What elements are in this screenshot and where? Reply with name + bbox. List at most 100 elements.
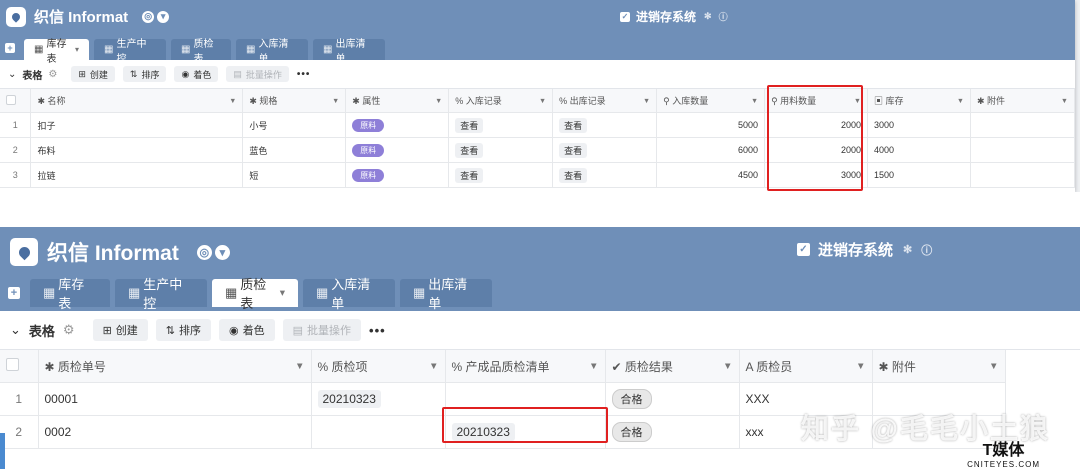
- column-header[interactable]: A 质检员 ▼: [739, 350, 873, 383]
- link-icon: %: [317, 359, 332, 374]
- table-row[interactable]: 3 拉链 短 原料 查看 查看 4500 3000 1500: [0, 162, 1075, 188]
- tab-production[interactable]: ▦ 生产中控: [115, 277, 207, 311]
- grid-icon: ▦: [246, 44, 256, 55]
- settings-icon[interactable]: ⚙: [48, 69, 57, 80]
- column-header[interactable]: ▣ 库存 ▼: [867, 89, 971, 113]
- table-toolbar: ⌄ 表格 ⚙ ⊞ 创建 ⇅ 排序 ◉ 着色 ▤ 批量操作 •••: [0, 311, 1080, 350]
- color-button[interactable]: ◉ 着色: [219, 319, 275, 341]
- tab-inbound[interactable]: ▦ 入库清单: [236, 39, 308, 65]
- chevron-down-icon[interactable]: ▼: [1061, 96, 1068, 105]
- side-handle[interactable]: [0, 433, 5, 469]
- gear-icon[interactable]: ✻: [704, 11, 712, 22]
- tab-outbound[interactable]: ▦ 出库清单: [400, 277, 492, 311]
- attribute-tag: 原料: [352, 143, 385, 157]
- chevron-down-icon[interactable]: ▼: [957, 96, 964, 105]
- more-button[interactable]: •••: [297, 69, 311, 80]
- chevron-down-icon[interactable]: ▾: [214, 244, 230, 260]
- view-link[interactable]: 查看: [559, 117, 588, 133]
- column-header[interactable]: % 质检项 ▼: [311, 350, 446, 383]
- chevron-down-icon[interactable]: ▼: [856, 361, 866, 372]
- asterisk-icon: ✱: [249, 96, 260, 106]
- brand: 织信 Informat ◎ ▾: [10, 237, 230, 267]
- column-header[interactable]: % 出库记录 ▼: [552, 89, 658, 113]
- media-badge: T媒体 CNITEYES.COM: [967, 442, 1040, 469]
- chevron-down-icon[interactable]: ▼: [643, 96, 650, 105]
- chevron-down-icon[interactable]: ▼: [429, 361, 439, 372]
- info-icon[interactable]: ⓘ: [719, 10, 728, 23]
- column-header[interactable]: ✱ 质检单号 ▼: [38, 350, 312, 383]
- create-button[interactable]: ⊞ 创建: [92, 319, 148, 341]
- chevron-down-icon: ▾: [279, 288, 285, 299]
- formula-icon: ▣: [874, 96, 886, 106]
- tab-inventory[interactable]: ▦ 库存表: [30, 277, 110, 311]
- asterisk-icon: ✱: [352, 96, 363, 106]
- table-toolbar: ⌄ 表格 ⚙ ⊞ 创建 ⇅ 排序 ◉ 着色 ▤ 批量操作 •••: [0, 60, 1075, 89]
- view-link[interactable]: 查看: [455, 117, 484, 133]
- column-header[interactable]: % 入库记录 ▼: [448, 89, 554, 113]
- result-tag: 合格: [611, 389, 652, 409]
- sort-icon: ⇅: [165, 324, 176, 337]
- table-row[interactable]: 2 布料 蓝色 原料 查看 查看 6000 2000 4000: [0, 137, 1075, 163]
- chevron-down-icon[interactable]: ▼: [589, 361, 599, 372]
- view-link[interactable]: 查看: [455, 167, 484, 183]
- batch-button[interactable]: ▤ 批量操作: [282, 319, 362, 341]
- system-selector[interactable]: ✓ 进销存系统 ✻ ⓘ: [797, 239, 932, 260]
- column-header[interactable]: ✱ 属性 ▼: [345, 89, 450, 113]
- tab-inbound[interactable]: ▦ 入库清单: [303, 277, 395, 311]
- record-link[interactable]: 20210323: [317, 390, 381, 408]
- select-all-checkbox[interactable]: [6, 358, 19, 371]
- add-tab-button[interactable]: +: [5, 43, 15, 53]
- tab-quality[interactable]: ▦ 质检表: [171, 39, 231, 65]
- tab-outbound[interactable]: ▦ 出库清单: [313, 39, 385, 65]
- select-all-checkbox[interactable]: [6, 94, 16, 105]
- app-header: 织信 Informat ◎ ▾ ✓ 进销存系统 ✻ ⓘ + ▦ 库存表 ▾ ▦ 生产中…: [0, 0, 1075, 65]
- chevron-down-icon[interactable]: ▼: [539, 96, 546, 105]
- tab-production[interactable]: ▦ 生产中控: [94, 39, 166, 65]
- brand-name: 织信 Informat: [47, 242, 179, 265]
- chevron-down-icon[interactable]: ▼: [295, 361, 305, 372]
- view-link[interactable]: 查看: [455, 142, 484, 158]
- add-tab-button[interactable]: +: [8, 287, 20, 299]
- chevron-down-icon[interactable]: ▼: [229, 96, 236, 105]
- globe-icon[interactable]: ◎: [196, 244, 212, 260]
- chevron-down-icon[interactable]: ⌄: [8, 69, 16, 80]
- column-header[interactable]: ✔ 质检结果 ▼: [605, 350, 740, 383]
- column-header[interactable]: ⚲ 入库数量 ▼: [656, 89, 766, 113]
- tab-inventory[interactable]: ▦ 库存表 ▾: [24, 39, 89, 65]
- chevron-down-icon[interactable]: ▼: [751, 96, 758, 105]
- view-link[interactable]: 查看: [559, 142, 588, 158]
- tab-quality[interactable]: ▦ 质检表 ▾: [212, 277, 298, 311]
- globe-icon[interactable]: ◎: [142, 10, 155, 23]
- chevron-down-icon[interactable]: ▼: [435, 96, 442, 105]
- info-icon[interactable]: ⓘ: [921, 242, 932, 258]
- chevron-down-icon[interactable]: ▼: [332, 96, 339, 105]
- gear-icon[interactable]: ✻: [903, 243, 912, 256]
- brand-name: 织信 Informat: [34, 9, 129, 26]
- chevron-down-icon[interactable]: ▼: [989, 361, 999, 372]
- column-header[interactable]: ✱ 附件 ▼: [970, 89, 1075, 113]
- grid-icon: ▦: [104, 44, 114, 55]
- column-header[interactable]: ✱ 名称 ▼: [30, 89, 244, 113]
- view-label: 表格: [28, 323, 55, 339]
- chevron-down-icon[interactable]: ▾: [157, 10, 170, 23]
- sort-button[interactable]: ⇅ 排序: [155, 319, 212, 341]
- view-link[interactable]: 查看: [559, 167, 588, 183]
- batch-button[interactable]: ▤ 批量操作: [226, 66, 289, 82]
- highlight-box: [442, 407, 608, 443]
- batch-icon: ▤: [233, 68, 242, 79]
- settings-icon[interactable]: ⚙: [63, 322, 75, 338]
- create-button[interactable]: ⊞ 创建: [71, 66, 115, 82]
- chevron-down-icon[interactable]: ⌄: [10, 322, 21, 338]
- system-selector[interactable]: ✓ 进销存系统 ✻ ⓘ: [620, 8, 728, 25]
- tab-bar: ▦ 库存表 ▦ 生产中控 ▦ 质检表 ▾ ▦ 入库清单 ▦ 出库清单: [30, 277, 497, 311]
- column-header[interactable]: ✱ 规格 ▼: [242, 89, 347, 113]
- result-tag: 合格: [611, 422, 652, 442]
- chevron-down-icon[interactable]: ▼: [723, 361, 733, 372]
- sort-button[interactable]: ⇅ 排序: [122, 66, 167, 82]
- color-button[interactable]: ◉ 着色: [174, 66, 219, 82]
- column-header[interactable]: % 产成品质检清单 ▼: [445, 350, 606, 383]
- column-header[interactable]: ✱ 附件 ▼: [872, 350, 1006, 383]
- inventory-panel: 织信 Informat ◎ ▾ ✓ 进销存系统 ✻ ⓘ + ▦ 库存表 ▾ ▦ 生产中…: [0, 0, 1075, 192]
- more-button[interactable]: •••: [369, 323, 386, 338]
- table-row[interactable]: 1 扣子 小号 原料 查看 查看 5000 2000 3000: [0, 112, 1075, 138]
